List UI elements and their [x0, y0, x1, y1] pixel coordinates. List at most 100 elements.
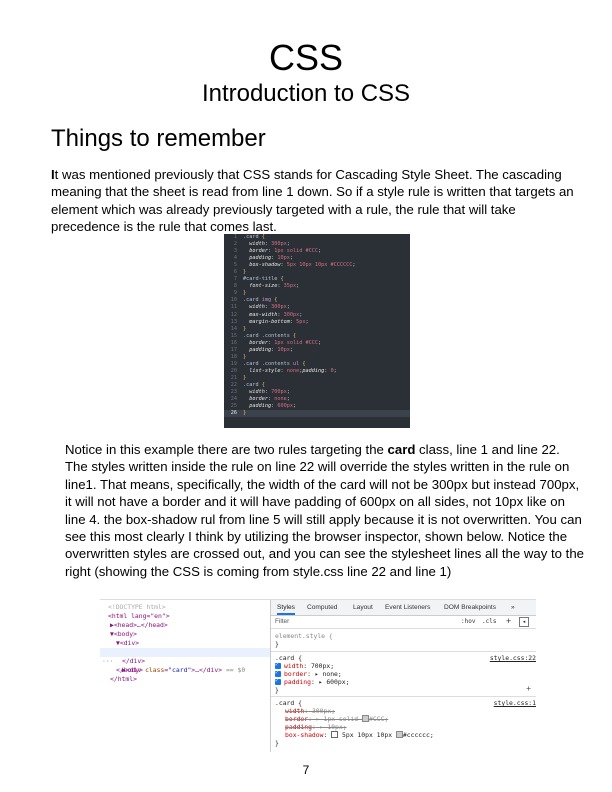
computed-sidebar-toggle-icon[interactable]: ◂ [519, 617, 529, 627]
code-token: } [243, 410, 247, 417]
line-number: 12 [230, 311, 237, 318]
code-token: 10px [277, 255, 290, 262]
rule-divider [271, 651, 536, 652]
line-number: 18 [230, 353, 237, 360]
code-token: padding [243, 403, 272, 410]
tab-dom-breakpoints[interactable]: DOM Breakpoints [444, 600, 496, 615]
code-text: } [243, 290, 246, 297]
code-token: max-width [243, 311, 278, 318]
dom-line-html-close[interactable]: </html> [100, 675, 270, 684]
code-line: 18} [224, 354, 410, 361]
rule1-prop-border[interactable]: border: ▸ none; [275, 669, 342, 678]
code-line: 6} [224, 269, 410, 276]
code-line: 13 margin-bottom: 5px; [224, 319, 410, 326]
line-number: 17 [230, 346, 237, 353]
tab-event-listeners[interactable]: Event Listeners [385, 600, 430, 615]
rule2-prop-border[interactable]: border: ▸ 1px solid #CCC; [285, 715, 388, 723]
rule1-prop-width[interactable]: width: 700px; [275, 661, 334, 670]
code-token: ; [333, 367, 337, 374]
code-token: 1px solid #CCC [274, 248, 318, 255]
code-line: 4 padding: 10px; [224, 255, 410, 262]
color-swatch-icon[interactable] [361, 715, 369, 722]
code-text: margin-bottom: 5px; [243, 319, 308, 326]
rule2-source-link[interactable]: style.css:1 [494, 699, 536, 707]
code-token: 10px [277, 346, 290, 353]
code-text: width: 300px; [243, 241, 290, 248]
prop-value: 300px; [308, 707, 336, 715]
code-line: 17 padding: 10px; [224, 347, 410, 354]
element-style-close: } [275, 640, 279, 648]
code-line: 25 padding: 600px; [224, 403, 410, 410]
code-token: ; [286, 241, 290, 248]
dom-line-selected-card[interactable]: ··· ▶<div class="card">…</div> == $0 [100, 648, 270, 674]
checkbox-icon[interactable] [275, 677, 281, 685]
line-number: 11 [230, 304, 237, 311]
code-token: ; [292, 403, 297, 410]
dom-line-div-close[interactable]: </div> [100, 657, 270, 666]
prop-value: ▸ 600px; [314, 678, 350, 686]
code-editor-screenshot: 1 .card {2 width: 300px; 3 border: 1px sol… [224, 234, 410, 428]
rule2-selector: .card { [275, 699, 302, 707]
code-token: 1px solid #CCC [274, 339, 318, 346]
dom-html-open: <html lang="en"> [108, 612, 170, 620]
dom-head: ▶<head>…</head> [110, 621, 168, 629]
rule2-prop-width[interactable]: width: 300px; [285, 707, 335, 715]
dom-line-head[interactable]: ▶<head>…</head> [100, 621, 270, 630]
prop-name: padding [284, 678, 311, 686]
prop-value: ▸ 1px solid [311, 715, 362, 723]
line-number: 21 [230, 374, 237, 381]
code-token: #card-title [243, 276, 281, 283]
rule2-prop-padding[interactable]: padding: ▸ 10px; [285, 723, 347, 731]
line-number: 15 [230, 332, 237, 339]
code-line: 11 width: 300px; [224, 304, 410, 311]
rule1-close: } [275, 686, 279, 694]
code-token: ; [289, 346, 293, 353]
code-token: padding [302, 367, 325, 374]
code-text: .card img { [243, 297, 277, 304]
code-text: padding: 600px; [243, 403, 296, 410]
code-line: 26} [224, 410, 410, 418]
code-token: ; [289, 255, 293, 262]
dom-line-html[interactable]: <html lang="en"> [100, 612, 270, 621]
code-text: padding: 10px; [243, 347, 293, 354]
code-line: 22 .card { [224, 382, 410, 389]
dom-line-div[interactable]: ▼<div> [100, 639, 270, 648]
code-token: { [261, 381, 265, 388]
code-text: border: none; [243, 396, 290, 403]
code-token: none [286, 367, 300, 374]
code-token: { [302, 360, 306, 367]
new-rule-plus-icon[interactable]: + [506, 616, 511, 626]
tab-styles[interactable]: Styles [277, 600, 295, 615]
color-swatch-icon[interactable] [395, 731, 403, 738]
rule1-prop-padding[interactable]: padding: ▸ 600px; [275, 677, 350, 686]
code-line: 24 border: none; [224, 396, 410, 403]
dom-body-close: </body> [116, 666, 143, 674]
line-number: 25 [230, 403, 237, 410]
line-number: 26 [230, 410, 237, 417]
styles-filter-input[interactable]: Filter [275, 618, 289, 625]
line-number: 16 [230, 339, 237, 346]
tab-layout[interactable]: Layout [353, 600, 373, 615]
code-token: border [243, 248, 268, 255]
hov-toggle-button[interactable]: :hov [461, 618, 475, 625]
rule1-source-link[interactable]: style.css:22 [490, 654, 536, 662]
code-line: 9} [224, 290, 410, 297]
code-text: list-style: none;padding: 0; [243, 368, 337, 375]
code-token: .card .contents [243, 360, 293, 367]
add-property-plus-icon[interactable]: + [526, 684, 531, 693]
code-line: 14} [224, 326, 410, 333]
dom-div-open: ▼<div> [116, 639, 140, 647]
rule2-prop-box-shadow[interactable]: box-shadow: 5px 10px 10px #cccccc; [285, 731, 434, 739]
code-token: ; [286, 396, 290, 403]
tab-computed[interactable]: Computed [307, 600, 337, 615]
dom-line-body[interactable]: ▼<body> [100, 630, 270, 639]
prop-name: border [284, 670, 308, 678]
code-token: .card [243, 381, 262, 388]
code-token: width [243, 304, 265, 311]
code-text: } [243, 326, 246, 333]
explanation-paragraph: Notice in this example there are two rul… [65, 441, 585, 580]
dom-line-body-close[interactable]: </body> [100, 666, 270, 675]
cls-toggle-button[interactable]: .cls [482, 618, 496, 625]
explanation-text-after: class, line 1 and line 22. The styles wr… [65, 442, 584, 579]
tabs-overflow-chevron-icon[interactable]: » [511, 600, 515, 615]
